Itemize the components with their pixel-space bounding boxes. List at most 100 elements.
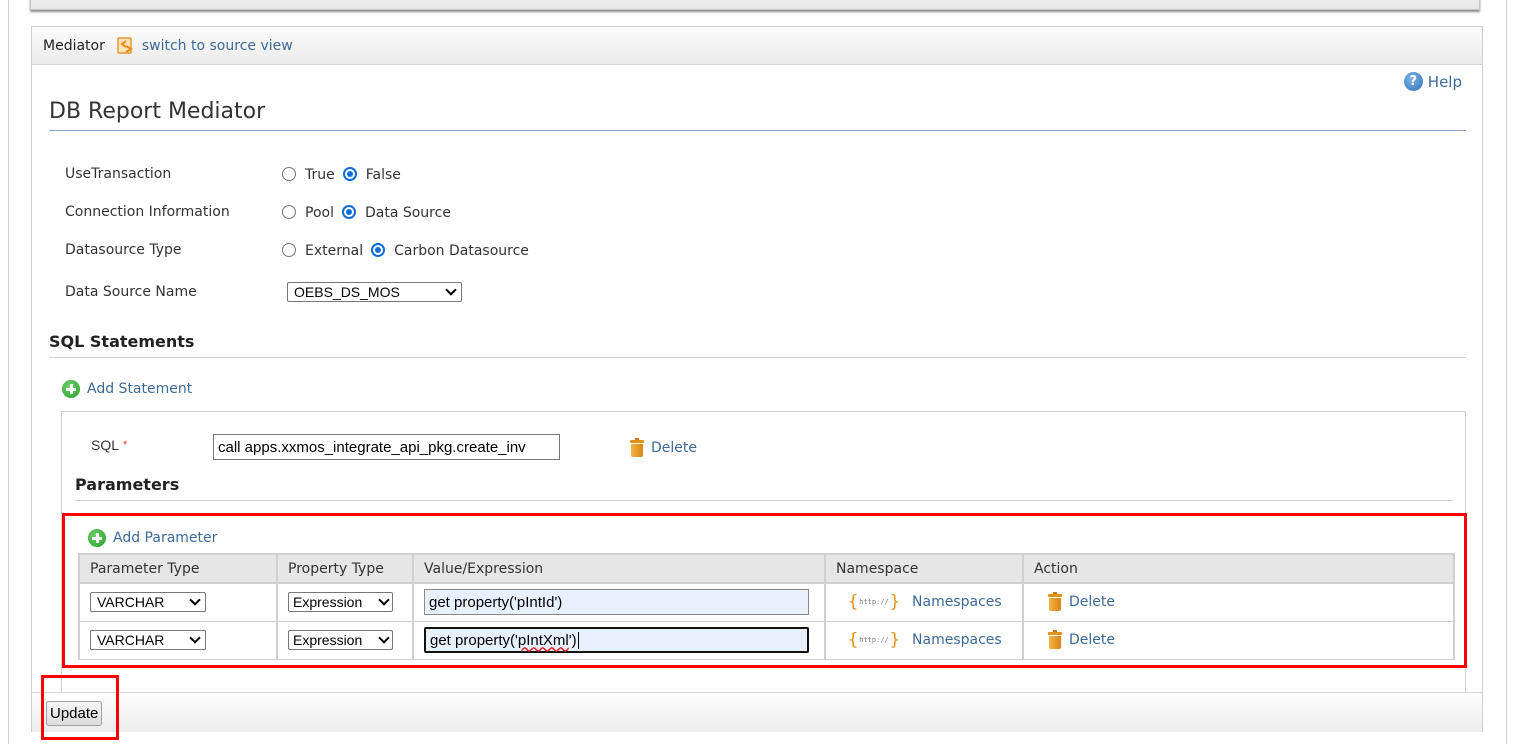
- expr-suffix: '): [554, 593, 563, 611]
- delete-parameter-link[interactable]: Delete: [1048, 592, 1443, 612]
- namespace-icon: {http://}: [848, 592, 901, 613]
- add-icon: [62, 380, 80, 398]
- action-cell: Delete: [1022, 620, 1455, 660]
- namespace-cell: {http://} Namespaces: [824, 620, 1024, 660]
- value-expression-input[interactable]: get property(' pIntId '): [424, 589, 809, 616]
- expr-suffix: '): [568, 631, 577, 649]
- chevron-down-icon: [189, 632, 201, 644]
- datasource-type-label: Datasource Type: [65, 241, 182, 258]
- data-source-name-row: Data Source Name OEBS_DS_MOS: [65, 282, 462, 302]
- help-link[interactable]: ? Help: [1403, 72, 1462, 91]
- radio-label: Carbon Datasource: [394, 243, 529, 259]
- parameters-title: Parameters: [75, 475, 1453, 501]
- namespaces-link[interactable]: {http://} Namespaces: [848, 592, 1012, 612]
- radio-circle[interactable]: [282, 242, 296, 257]
- property-type-cell: Expression: [276, 582, 414, 622]
- radio-circle[interactable]: [282, 166, 296, 181]
- switch-to-source-view-label: switch to source view: [141, 37, 293, 54]
- page-border-left: [8, 0, 9, 744]
- connection-pool-radio[interactable]: Pool: [282, 202, 334, 221]
- source-view-icon: [117, 36, 135, 55]
- mediator-header-title: Mediator: [43, 37, 105, 54]
- parameters-table: Parameter Type Property Type Value/Expre…: [78, 553, 1455, 660]
- select-value: Expression: [293, 632, 363, 648]
- help-label: Help: [1427, 72, 1462, 91]
- expr-name: pIntId: [516, 593, 555, 611]
- parameter-type-select[interactable]: VARCHAR: [90, 592, 206, 613]
- radio-label: True: [305, 167, 335, 183]
- data-source-name-select[interactable]: OEBS_DS_MOS: [287, 282, 462, 302]
- delete-label: Delete: [651, 440, 697, 456]
- select-value: Expression: [293, 594, 363, 611]
- radio-circle-checked[interactable]: [371, 242, 386, 257]
- column-header: Property Type: [276, 553, 414, 584]
- trash-icon: [1048, 592, 1062, 612]
- sql-input[interactable]: call apps.xxmos_integrate_api_pkg.create…: [213, 434, 560, 460]
- delete-parameter-link[interactable]: Delete: [1048, 630, 1443, 649]
- parameter-type-cell: VARCHAR: [78, 620, 278, 660]
- radio-circle-checked[interactable]: [341, 204, 356, 219]
- value-expression-input[interactable]: get property(' pIntXml '): [424, 627, 809, 653]
- column-header: Action: [1022, 553, 1455, 584]
- table-header-row: Parameter Type Property Type Value/Expre…: [78, 553, 1455, 584]
- property-type-cell: Expression: [276, 620, 414, 660]
- sql-label: SQL: [91, 437, 120, 453]
- sql-statements-title: SQL Statements: [49, 332, 1466, 358]
- chevron-down-icon: [378, 594, 390, 606]
- delete-statement-link[interactable]: Delete: [630, 438, 697, 457]
- use-transaction-true-radio[interactable]: True: [282, 164, 335, 183]
- property-type-select[interactable]: Expression: [288, 592, 393, 613]
- connection-information-row: Connection Information Pool Data Source: [65, 202, 459, 222]
- expr-prefix: get property(': [429, 593, 517, 611]
- chevron-down-icon: [189, 594, 201, 606]
- value-cell: get property(' pIntId '): [412, 582, 826, 622]
- required-mark: *: [123, 439, 128, 451]
- connection-data-source-radio[interactable]: Data Source: [341, 202, 451, 221]
- namespaces-link[interactable]: {http://} Namespaces: [848, 630, 1012, 650]
- previous-panel: [30, 0, 1480, 10]
- use-transaction-false-radio[interactable]: False: [342, 164, 401, 183]
- column-header: Parameter Type: [78, 553, 278, 584]
- use-transaction-label: UseTransaction: [65, 165, 172, 182]
- table-row: VARCHAR Expression get property(' pIntId '…: [78, 582, 1455, 622]
- radio-label: External: [305, 243, 364, 259]
- chevron-down-icon: [378, 632, 390, 644]
- trash-icon: [630, 438, 644, 457]
- add-parameter-link[interactable]: Add Parameter: [88, 529, 217, 547]
- select-value: VARCHAR: [97, 594, 165, 611]
- radio-label: False: [365, 167, 401, 183]
- text-caret: [577, 631, 579, 649]
- trash-icon: [1048, 630, 1062, 649]
- highlight-box-update: [41, 675, 119, 740]
- action-cell: Delete: [1022, 582, 1455, 622]
- parameter-type-select[interactable]: VARCHAR: [90, 630, 206, 650]
- radio-label: Data Source: [364, 205, 451, 221]
- sql-label-group: SQL *: [91, 437, 127, 453]
- parameter-type-cell: VARCHAR: [78, 582, 278, 622]
- select-value: VARCHAR: [97, 632, 165, 648]
- radio-circle[interactable]: [282, 204, 296, 219]
- property-type-select[interactable]: Expression: [288, 630, 393, 650]
- add-icon: [88, 529, 106, 547]
- data-source-name-label: Data Source Name: [65, 284, 197, 300]
- chevron-down-icon: [445, 284, 457, 296]
- table-row: VARCHAR Expression get property(' pIntXml…: [78, 620, 1455, 660]
- namespace-icon: {http://}: [848, 630, 901, 650]
- expr-name-misspelled: pIntXml: [517, 631, 569, 649]
- select-value: OEBS_DS_MOS: [294, 284, 400, 300]
- page-border-right: [1506, 0, 1507, 744]
- datasource-carbon-radio[interactable]: Carbon Datasource: [371, 240, 529, 259]
- add-statement-link[interactable]: Add Statement: [62, 380, 192, 398]
- value-cell: get property(' pIntXml '): [412, 620, 826, 660]
- use-transaction-row: UseTransaction True False: [65, 164, 409, 184]
- radio-circle-checked[interactable]: [342, 166, 357, 181]
- switch-to-source-view-link[interactable]: switch to source view: [117, 36, 293, 55]
- delete-label: Delete: [1069, 594, 1115, 611]
- datasource-external-radio[interactable]: External: [282, 240, 363, 259]
- namespaces-label: Namespaces: [912, 632, 1002, 648]
- mediator-header: Mediator switch to source view: [32, 27, 1482, 65]
- column-header: Value/Expression: [412, 553, 826, 584]
- footer-bar: Update: [31, 692, 1483, 732]
- column-header: Namespace: [824, 553, 1024, 584]
- delete-label: Delete: [1069, 632, 1115, 648]
